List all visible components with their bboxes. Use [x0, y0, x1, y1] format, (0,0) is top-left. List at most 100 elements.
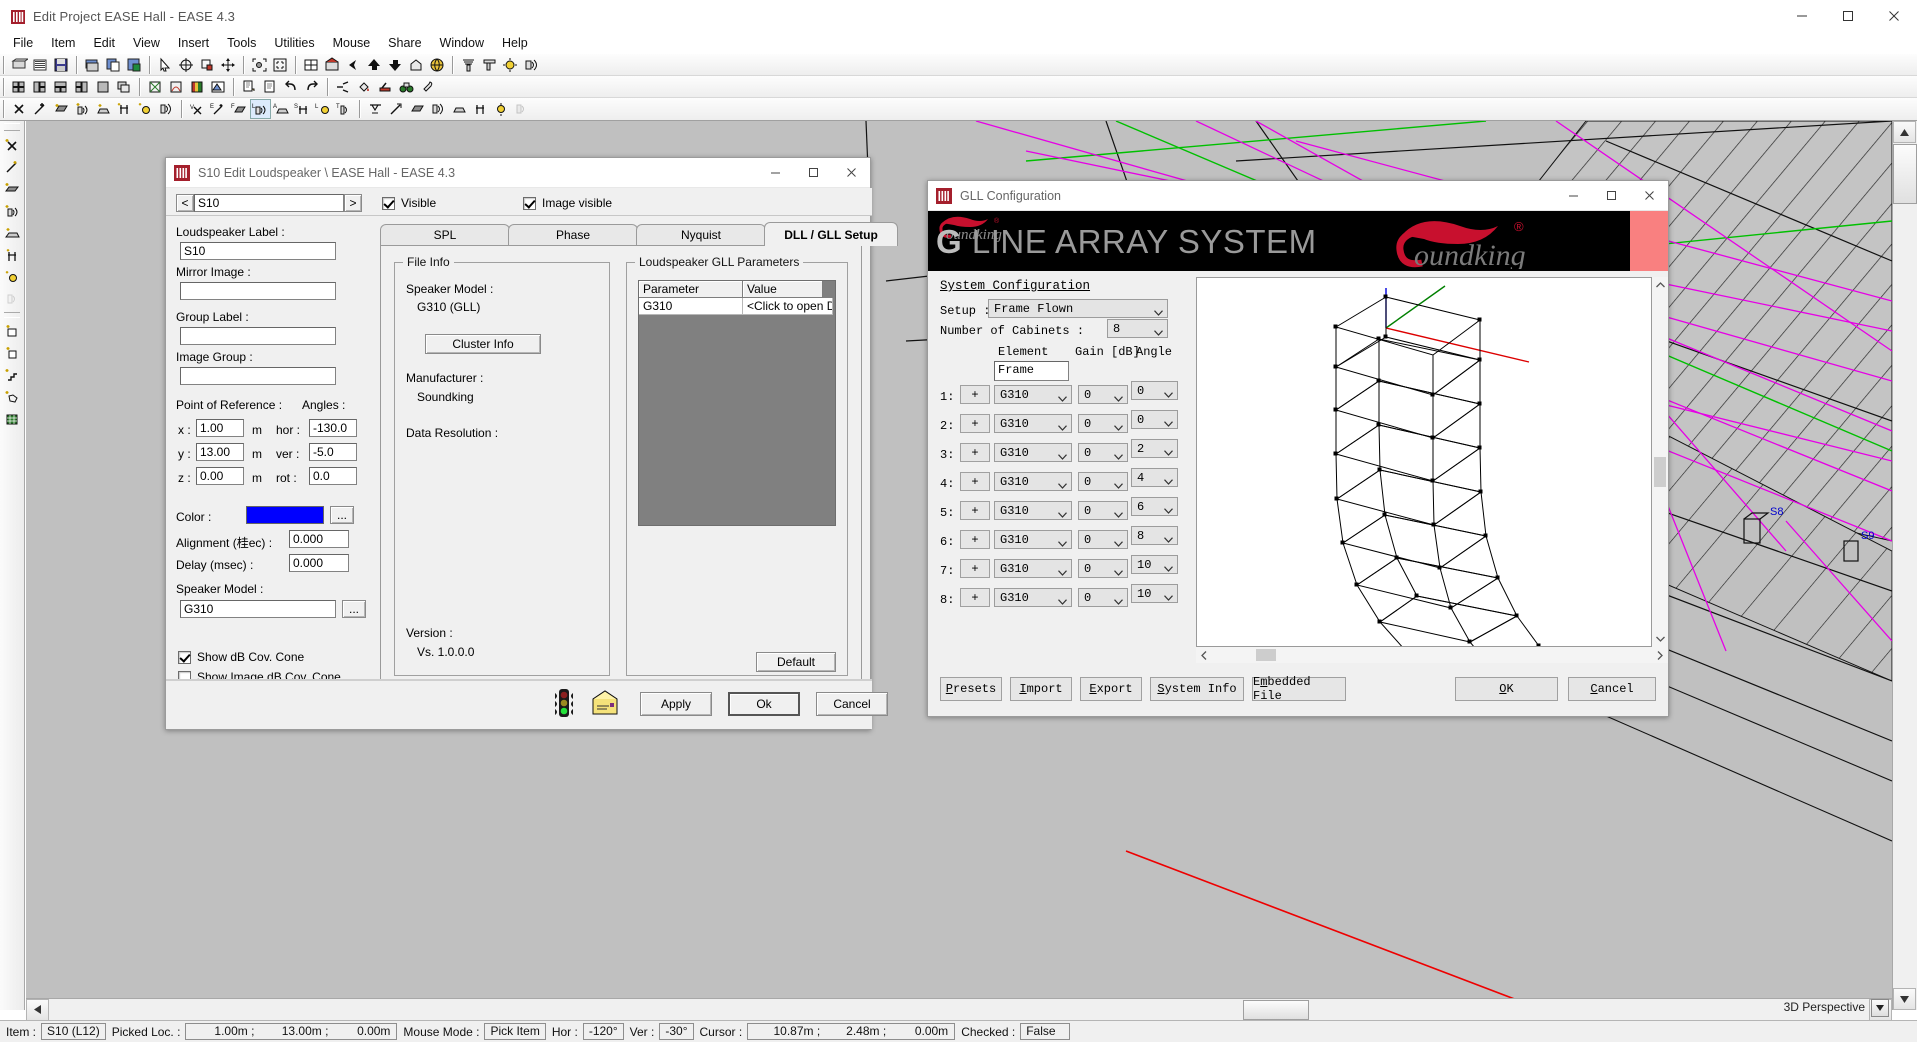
- traffic-light-icon[interactable]: [551, 688, 577, 718]
- scroll-left-arrow-icon[interactable]: [1196, 650, 1212, 660]
- menu-mouse[interactable]: Mouse: [324, 33, 380, 53]
- box-tool-icon[interactable]: [1, 320, 24, 342]
- loudspeaker-select-icon[interactable]: L: [250, 99, 271, 119]
- number-of-cabinets-dropdown[interactable]: 8: [1107, 319, 1168, 338]
- tab-dll-gll-setup[interactable]: DLL / GLL Setup: [764, 222, 898, 246]
- speaker-cluster-icon[interactable]: [479, 55, 500, 75]
- cube-select-icon[interactable]: [197, 55, 218, 75]
- light-source-icon[interactable]: [500, 55, 521, 75]
- image-visible-checkbox[interactable]: Image visible: [523, 196, 612, 210]
- save-icon[interactable]: [51, 55, 72, 75]
- scroll-thumb-horizontal[interactable]: [1256, 649, 1276, 661]
- speaker-array-icon[interactable]: [458, 55, 479, 75]
- view-single-icon[interactable]: [93, 77, 114, 97]
- cut-wire-icon[interactable]: [333, 77, 354, 97]
- angle-dropdown[interactable]: 10: [1131, 584, 1178, 603]
- polygon-tool-icon[interactable]: [1, 386, 24, 408]
- add-element-button[interactable]: +: [960, 414, 990, 433]
- edge-add-icon[interactable]: E: [208, 99, 229, 119]
- layers-icon[interactable]: [82, 55, 103, 75]
- audience-select-icon[interactable]: A: [271, 99, 292, 119]
- menu-tools[interactable]: Tools: [218, 33, 265, 53]
- room-icon[interactable]: [322, 55, 343, 75]
- loudspeaker-icon[interactable]: [521, 55, 542, 75]
- select-arrow-icon[interactable]: [155, 55, 176, 75]
- gain-dropdown[interactable]: 0: [1078, 414, 1128, 433]
- hide-face-icon[interactable]: [407, 99, 428, 119]
- scroll-thumb-horizontal[interactable]: [1243, 999, 1309, 1020]
- mirror-image-input[interactable]: [180, 282, 336, 300]
- menu-file[interactable]: File: [4, 33, 42, 53]
- scroll-thumb-vertical[interactable]: [1654, 457, 1666, 487]
- add-element-button[interactable]: +: [960, 588, 990, 607]
- light-select-icon[interactable]: L: [313, 99, 334, 119]
- grid-icon[interactable]: [301, 55, 322, 75]
- redo-icon[interactable]: [302, 77, 323, 97]
- color-browse-button[interactable]: ...: [330, 506, 354, 524]
- gll-configuration-titlebar[interactable]: GLL Configuration: [928, 181, 1668, 211]
- embedded-file-button[interactable]: Embedded File: [1252, 675, 1346, 703]
- delete-vertex-icon[interactable]: [9, 99, 30, 119]
- hide-array-icon[interactable]: [512, 99, 533, 119]
- color-map-icon[interactable]: [187, 77, 208, 97]
- gain-dropdown[interactable]: 0: [1078, 443, 1128, 462]
- ver-input[interactable]: -5.0: [309, 443, 357, 461]
- edge-tool-icon[interactable]: [1, 156, 24, 178]
- angle-dropdown[interactable]: 0: [1131, 410, 1178, 429]
- cancel-button[interactable]: Cancel: [816, 692, 888, 716]
- new-project-icon[interactable]: [9, 55, 30, 75]
- add-element-button[interactable]: +: [960, 385, 990, 404]
- alignment-input[interactable]: 0.000: [289, 530, 349, 548]
- element-dropdown[interactable]: G310: [994, 559, 1072, 578]
- shaded-view-icon[interactable]: [166, 77, 187, 97]
- canvas-horizontal-scrollbar[interactable]: [26, 998, 1892, 1021]
- ok-button[interactable]: OK: [1455, 677, 1558, 701]
- add-seat-icon[interactable]: [114, 99, 135, 119]
- gain-dropdown[interactable]: 0: [1078, 530, 1128, 549]
- tab-spl[interactable]: SPL: [380, 224, 510, 245]
- scroll-up-arrow-icon[interactable]: [1652, 277, 1668, 293]
- scroll-down-arrow-icon[interactable]: [1652, 631, 1668, 647]
- gll-parameters-grid[interactable]: Parameter Value G310 <Click to open Dial…: [638, 280, 836, 526]
- menu-item[interactable]: Item: [42, 33, 84, 53]
- hide-audience-icon[interactable]: [449, 99, 470, 119]
- target-icon[interactable]: [176, 55, 197, 75]
- view-split-right-icon[interactable]: [72, 77, 93, 97]
- preview-horizontal-scrollbar[interactable]: [1196, 647, 1668, 663]
- eyedropper-icon[interactable]: [417, 77, 438, 97]
- minimize-icon[interactable]: [1554, 181, 1592, 211]
- copy-layer-icon[interactable]: [103, 55, 124, 75]
- copy-icon[interactable]: [239, 77, 260, 97]
- speaker-model-input[interactable]: G310: [180, 600, 336, 618]
- minimize-icon[interactable]: [756, 158, 794, 188]
- paint-bucket-icon[interactable]: [354, 77, 375, 97]
- angle-dropdown[interactable]: 2: [1131, 439, 1178, 458]
- element-dropdown[interactable]: G310: [994, 501, 1072, 520]
- apply-button[interactable]: Apply: [640, 692, 712, 716]
- element-dropdown[interactable]: G310: [994, 443, 1072, 462]
- hide-light-icon[interactable]: [491, 99, 512, 119]
- z-input[interactable]: 0.00: [196, 467, 244, 485]
- scroll-left-arrow-icon[interactable]: [26, 998, 49, 1021]
- loudspeaker-tool-icon[interactable]: [1, 200, 24, 222]
- close-icon[interactable]: [832, 158, 870, 188]
- angle-dropdown[interactable]: 10: [1131, 555, 1178, 574]
- array-3d-preview[interactable]: [1196, 277, 1652, 647]
- cancel-button[interactable]: Cancel: [1568, 677, 1656, 701]
- prev-loudspeaker-button[interactable]: <: [176, 194, 194, 212]
- light-tool-icon[interactable]: [1, 266, 24, 288]
- loudspeaker-label-input[interactable]: S10: [180, 242, 336, 260]
- speaker-model-browse-button[interactable]: ...: [342, 600, 366, 618]
- menu-window[interactable]: Window: [431, 33, 493, 53]
- image-group-input[interactable]: [180, 367, 336, 385]
- zoom-window-icon[interactable]: [270, 55, 291, 75]
- angle-dropdown[interactable]: 8: [1131, 526, 1178, 545]
- add-element-button[interactable]: +: [960, 443, 990, 462]
- scroll-down-arrow-icon[interactable]: [1893, 988, 1916, 1010]
- column-header-value[interactable]: Value: [743, 281, 823, 298]
- home-icon[interactable]: [406, 55, 427, 75]
- menu-utilities[interactable]: Utilities: [265, 33, 323, 53]
- add-audience-icon[interactable]: [93, 99, 114, 119]
- group-label-input[interactable]: [180, 327, 336, 345]
- add-vertex-icon[interactable]: [30, 99, 51, 119]
